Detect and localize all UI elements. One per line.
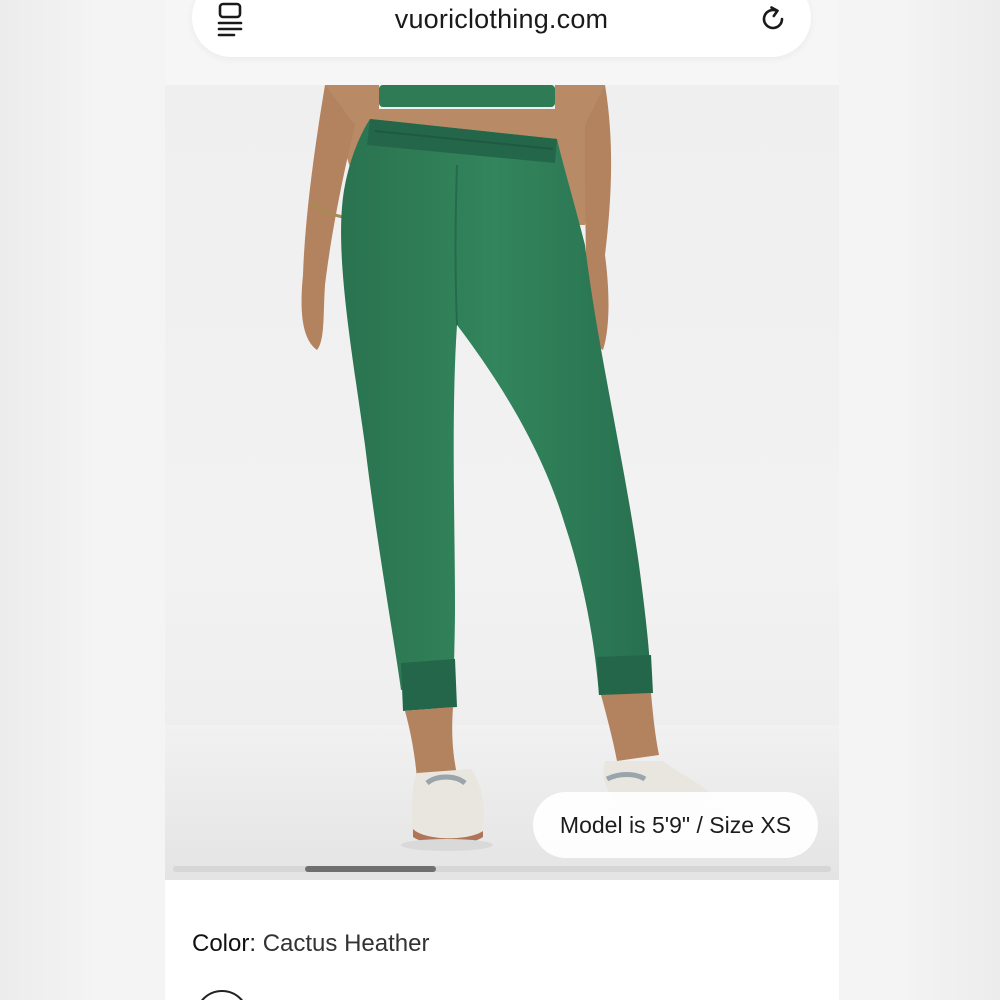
crop-top [379, 85, 555, 107]
color-line: Color: Cactus Heather [192, 930, 429, 958]
right-cuff [597, 655, 653, 695]
product-details: Color: Cactus Heather [165, 880, 839, 1000]
color-label: Color [192, 930, 250, 957]
tabs-icon[interactable] [216, 2, 246, 38]
color-value: Cactus Heather [262, 930, 430, 957]
mobile-browser: vuoriclothing.com Model is 5'9" / Size X… [165, 0, 839, 1000]
screen: vuoriclothing.com Model is 5'9" / Size X… [0, 0, 1000, 1000]
left-sneaker [411, 769, 484, 843]
reload-icon[interactable] [757, 3, 789, 35]
carousel-indicator-track[interactable] [173, 866, 831, 872]
product-image-carousel[interactable]: Model is 5'9" / Size XS [165, 85, 839, 880]
color-separator: : [249, 930, 263, 957]
model-size-badge: Model is 5'9" / Size XS [533, 792, 818, 858]
product-photo [165, 85, 839, 880]
browser-toolbar: vuoriclothing.com [165, 0, 839, 85]
left-cuff [401, 659, 457, 711]
address-bar[interactable]: vuoriclothing.com [192, 0, 811, 57]
carousel-indicator-thumb[interactable] [304, 866, 437, 872]
color-swatch[interactable] [195, 990, 249, 1000]
url-text[interactable]: vuoriclothing.com [272, 4, 731, 35]
